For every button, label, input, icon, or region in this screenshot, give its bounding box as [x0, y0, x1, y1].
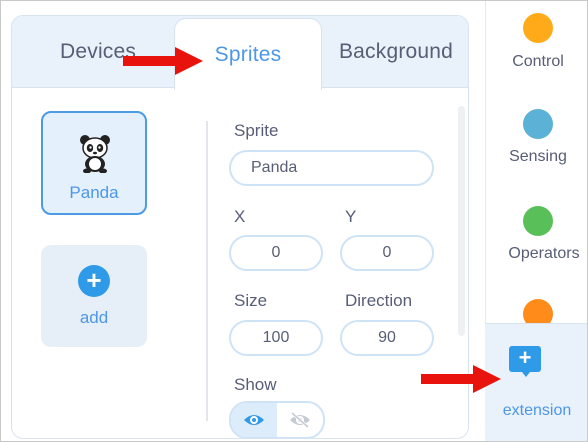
add-extension-icon: +: [509, 346, 541, 372]
size-input[interactable]: 100: [229, 320, 323, 356]
x-label: X: [234, 207, 246, 226]
y-input[interactable]: 0: [340, 235, 434, 271]
extension-pointer-arrow-icon: [421, 365, 501, 393]
control-dot-icon: [523, 13, 553, 43]
show-hidden-button[interactable]: [277, 403, 323, 437]
eye-off-icon: [290, 411, 310, 429]
sprite-name-label: Sprite: [234, 121, 279, 140]
show-label: Show: [234, 375, 277, 394]
x-input[interactable]: 0: [229, 235, 323, 271]
extension-icon-tail: [522, 372, 530, 377]
operators-dot-icon: [523, 206, 553, 236]
sprites-pointer-arrow-icon: [123, 47, 203, 75]
tab-background[interactable]: Background: [322, 16, 468, 88]
category-sensing-label: Sensing: [509, 148, 567, 165]
direction-label: Direction: [345, 291, 413, 310]
show-visible-button[interactable]: [231, 403, 277, 437]
sprite-panel: Devices Background Sprites Panda + add S…: [11, 15, 469, 439]
category-operators-label: Operators: [508, 245, 580, 262]
app-frame: Devices Background Sprites Panda + add S…: [0, 0, 588, 442]
show-toggle: [229, 401, 325, 438]
size-label: Size: [234, 291, 268, 310]
panel-divider: [206, 121, 208, 421]
properties-scrollbar[interactable]: [458, 106, 465, 336]
add-sprite-label: add: [79, 308, 109, 327]
category-control-label: Control: [512, 53, 564, 70]
eye-icon: [244, 415, 264, 425]
sprite-name-input[interactable]: Panda: [229, 150, 434, 186]
direction-input[interactable]: 90: [340, 320, 434, 356]
panda-icon: [80, 135, 110, 173]
plus-icon: +: [78, 265, 110, 297]
extension-label: extension: [502, 402, 572, 419]
sprite-card-panda[interactable]: Panda: [41, 111, 147, 215]
add-sprite-button[interactable]: + add: [41, 245, 147, 347]
sensing-dot-icon: [523, 109, 553, 139]
y-label: Y: [345, 207, 357, 226]
sprite-card-label: Panda: [69, 183, 119, 202]
sprite-list: Panda + add: [12, 88, 187, 438]
